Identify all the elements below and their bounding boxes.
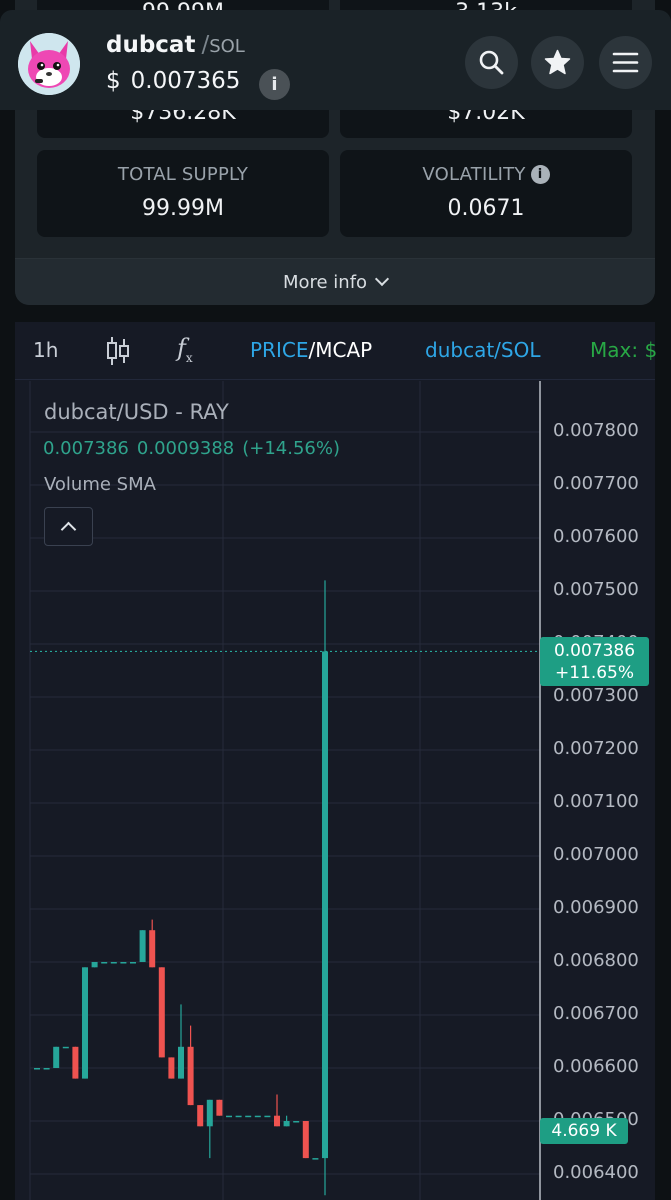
candle-body <box>283 1121 290 1127</box>
price-mcap-toggle[interactable]: PRICE/MCAP <box>250 338 372 362</box>
candle-body <box>82 967 88 1079</box>
candle-body <box>43 1068 50 1070</box>
stat-volatility: VOLATILITY i 0.0671 <box>340 150 632 237</box>
candle-body <box>130 962 136 964</box>
price-axis-tick: 0.007300 <box>553 685 639 706</box>
info-icon[interactable]: i <box>259 69 290 100</box>
chart-legend-values: 0.007386 0.0009388 (+14.56%) <box>43 438 348 459</box>
candle-body <box>312 1158 319 1160</box>
collapse-legend-button[interactable] <box>44 507 93 546</box>
mcap-toggle-label: MCAP <box>315 338 373 362</box>
function-icon: f <box>177 334 186 362</box>
candle-body <box>235 1115 242 1118</box>
candle-body <box>206 1099 213 1127</box>
candle-body <box>101 962 108 964</box>
candle-body <box>149 930 156 968</box>
candle-body <box>254 1115 261 1118</box>
total-supply-label: TOTAL SUPPLY <box>117 164 249 185</box>
candle-body <box>245 1115 252 1118</box>
token-name: dubcat <box>106 32 196 58</box>
more-info-label: More info <box>282 272 368 293</box>
menu-button[interactable] <box>599 36 652 89</box>
candle-body <box>274 1115 280 1127</box>
candle-body <box>158 967 165 1058</box>
favorite-button[interactable] <box>531 36 584 89</box>
candle-body <box>62 1046 69 1049</box>
interval-selector[interactable]: 1h <box>33 338 58 362</box>
price-axis-tick: 0.006600 <box>553 1056 639 1077</box>
total-supply-value: 99.99M <box>142 196 224 221</box>
token-title: dubcat/SOL <box>106 32 245 58</box>
candle-body <box>168 1057 175 1079</box>
volume-tag: 4.669 K <box>540 1118 628 1144</box>
candle-body <box>302 1121 309 1159</box>
info-icon[interactable]: i <box>530 165 550 184</box>
currency-symbol: $ <box>106 68 121 94</box>
more-info-button[interactable]: More info <box>15 258 655 305</box>
volatility-label-row: VOLATILITY i <box>340 164 632 185</box>
volatility-label: VOLATILITY <box>422 164 526 185</box>
current-price-tag: 0.007386 +11.65% <box>540 637 649 686</box>
pair-selector[interactable]: dubcat/SOL <box>425 338 540 362</box>
chart-legend-title: dubcat/USD - RAY <box>44 400 229 424</box>
token-avatar <box>18 33 80 95</box>
chart-type-button[interactable] <box>105 336 131 371</box>
candle-body <box>264 1115 271 1118</box>
candle-body <box>197 1105 204 1127</box>
search-icon <box>479 50 504 75</box>
token-price: $0.007365 <box>106 68 240 94</box>
candle-body <box>53 1046 60 1068</box>
price-axis-tick: 0.007600 <box>553 526 639 547</box>
candlestick-icon <box>107 337 129 365</box>
price-axis-tick: 0.006900 <box>553 897 639 918</box>
price-axis-tick: 0.007500 <box>553 579 639 600</box>
price-axis-tick: 0.006400 <box>553 1162 639 1183</box>
price-axis-tick: 0.007700 <box>553 473 639 494</box>
search-button[interactable] <box>465 36 518 89</box>
chevron-up-icon <box>60 521 77 538</box>
price-axis-tick: 0.007200 <box>553 738 639 759</box>
candle-body <box>110 962 117 964</box>
legend-change-abs: 0.0009388 <box>136 438 235 459</box>
volatility-value: 0.0671 <box>447 196 525 221</box>
price-axis-tick: 0.007000 <box>553 844 639 865</box>
legend-last-value: 0.007386 <box>43 438 129 459</box>
chevron-down-icon <box>374 271 390 287</box>
hamburger-icon <box>612 52 639 73</box>
candle-body <box>322 651 328 1159</box>
candle-body <box>72 1046 79 1079</box>
chart-plot-area[interactable]: dubcat/USD - RAY 0.007386 0.0009388 (+14.5… <box>15 381 655 1200</box>
price-axis-tick: 0.006800 <box>553 950 639 971</box>
price-tag-value: 0.007386 <box>553 641 636 661</box>
token-header: dubcat/SOL $0.007365 i <box>0 10 671 110</box>
price-chart-panel: 1h fx PRICE/MCAP dubcat/SOL Max: $ dubca… <box>15 322 658 1200</box>
stat-total-supply: TOTAL SUPPLY 99.99M <box>37 150 329 237</box>
candle-body <box>34 1068 40 1070</box>
price-axis-tick: 0.006700 <box>553 1003 639 1024</box>
candle-body <box>178 1046 184 1079</box>
legend-change-pct: (+14.56%) <box>242 438 340 459</box>
indicators-button[interactable]: fx <box>177 334 193 365</box>
price-axis-tick: 0.007800 <box>553 420 639 441</box>
candle-body <box>91 962 98 968</box>
candle-body <box>139 930 146 962</box>
candle-body <box>120 962 127 964</box>
candle-body <box>216 1099 223 1116</box>
candle-body <box>293 1121 300 1123</box>
chart-toolbar: 1h fx PRICE/MCAP dubcat/SOL Max: $ <box>15 322 658 380</box>
candle-body <box>187 1046 194 1106</box>
price-value: 0.007365 <box>130 68 241 94</box>
price-toggle-label: PRICE <box>250 338 309 362</box>
price-tag-change: +11.65% <box>554 663 635 683</box>
volume-indicator-label: Volume SMA <box>44 474 156 495</box>
price-axis-tick: 0.007100 <box>553 791 639 812</box>
star-icon <box>544 49 571 75</box>
chain-name: SOL <box>209 36 245 57</box>
candle-body <box>226 1115 232 1118</box>
max-label: Max: $ <box>590 338 658 362</box>
